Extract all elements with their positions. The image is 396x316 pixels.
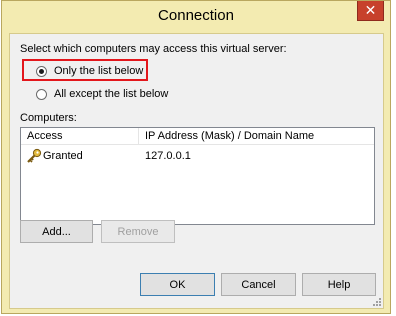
radio-all-except[interactable]: All except the list below: [36, 88, 168, 100]
close-icon: ✕: [364, 2, 377, 18]
close-button[interactable]: ✕: [357, 1, 384, 21]
list-row[interactable]: Granted 127.0.0.1: [21, 147, 374, 165]
column-separator[interactable]: [138, 128, 139, 144]
column-header-access[interactable]: Access: [27, 130, 62, 142]
title-bar[interactable]: Connection ✕: [2, 1, 390, 33]
remove-button: Remove: [101, 220, 175, 243]
dialog-body: Select which computers may access this v…: [9, 33, 384, 309]
cancel-button[interactable]: Cancel: [221, 273, 296, 296]
radio-label-all-except: All except the list below: [54, 88, 169, 100]
connection-dialog: Connection ✕ Select which computers may …: [1, 0, 391, 314]
access-prompt: Select which computers may access this v…: [20, 43, 287, 55]
ok-button[interactable]: OK: [140, 273, 215, 296]
radio-button-unchecked[interactable]: [36, 88, 47, 100]
help-button[interactable]: Help: [302, 273, 376, 296]
computers-label: Computers:: [20, 112, 77, 124]
key-icon: [27, 148, 42, 163]
access-cell: Granted: [43, 150, 83, 162]
list-header: Access IP Address (Mask) / Domain Name: [21, 128, 374, 145]
window-title: Connection: [158, 7, 234, 24]
red-highlight-box: [22, 59, 148, 81]
address-cell: 127.0.0.1: [145, 150, 191, 162]
add-button[interactable]: Add...: [20, 220, 93, 243]
resize-grip-icon[interactable]: [372, 297, 382, 307]
column-header-address[interactable]: IP Address (Mask) / Domain Name: [145, 130, 314, 142]
computers-list[interactable]: Access IP Address (Mask) / Domain Name G…: [20, 127, 375, 225]
